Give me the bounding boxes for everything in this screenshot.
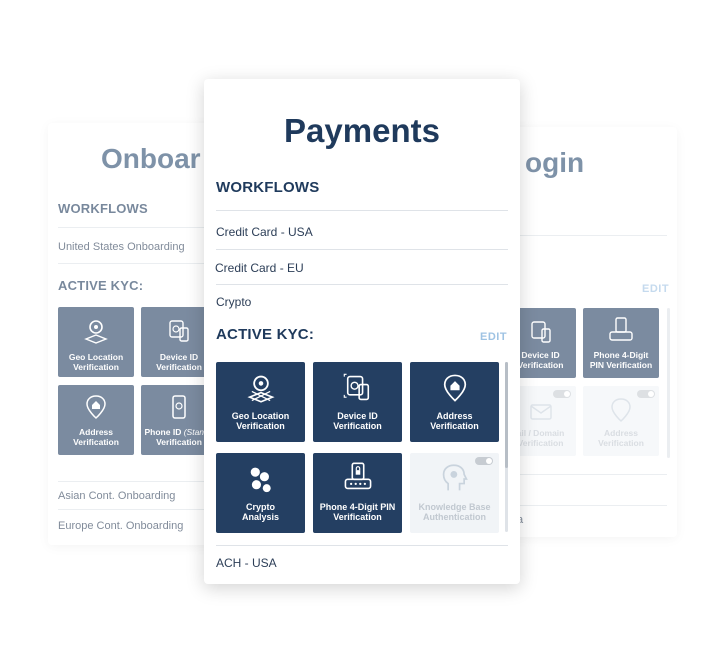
divider (216, 210, 508, 211)
tile-label: Address Verification (598, 428, 644, 448)
knowledge-head-icon (442, 464, 468, 491)
scrollbar-thumb[interactable] (505, 362, 508, 468)
pin-lock-icon (344, 462, 371, 490)
divider (216, 284, 508, 285)
geo-location-icon (84, 320, 108, 344)
scrollbar[interactable] (667, 308, 670, 458)
workflow-item[interactable]: Crypto (216, 295, 520, 309)
kyc-tile-geo-location[interactable]: Geo Location Verification (216, 362, 305, 442)
tile-label-line2: Verification (156, 437, 202, 447)
tile-label-main: Phone ID (144, 427, 182, 437)
login-card[interactable]: ogin EDIT Device ID Verification Phone 4… (505, 127, 677, 537)
tile-label: Knowledge Base Authentication (418, 502, 491, 522)
tile-label: Address Verification (73, 427, 119, 447)
address-icon (86, 395, 106, 420)
tile-label: Crypto Analysis (241, 502, 280, 522)
divider (505, 474, 667, 475)
toggle-switch[interactable] (553, 390, 571, 398)
divider (505, 235, 667, 236)
workflows-heading: WORKFLOWS (216, 179, 320, 196)
toggle-switch[interactable] (637, 390, 655, 398)
email-icon (529, 404, 552, 420)
kyc-tile-pin[interactable]: Phone 4-Digit PIN Verification (583, 308, 659, 378)
kyc-tile-geo-location[interactable]: Geo Location Verification (58, 307, 134, 377)
login-title: ogin (525, 147, 585, 178)
crypto-icon (250, 467, 271, 493)
toggle-switch[interactable] (475, 457, 493, 465)
workflow-item[interactable]: a (517, 514, 677, 526)
pin-lock-icon (609, 317, 633, 341)
geo-location-icon (246, 375, 275, 403)
active-kyc-heading: ACTIVE KYC: (216, 326, 315, 343)
edit-link[interactable]: EDIT (642, 283, 669, 295)
device-id-icon (169, 320, 189, 342)
divider (216, 249, 508, 250)
kyc-tile-pin[interactable]: Phone 4-Digit PIN Verification (313, 453, 402, 533)
workflows-heading: WORKFLOWS (58, 201, 148, 216)
address-icon (611, 398, 631, 423)
onboarding-title: Onboar (101, 143, 201, 174)
workflow-item[interactable]: ACH - USA (216, 556, 520, 570)
kyc-tile-address[interactable]: Address Verification (410, 362, 499, 442)
tile-label: Phone 4-Digit PIN Verification (589, 350, 653, 370)
kyc-tile-device-id[interactable]: Device ID Verification (313, 362, 402, 442)
divider (216, 545, 508, 546)
kyc-tile-address[interactable]: Address Verification (58, 385, 134, 455)
kyc-tile-address[interactable]: Address Verification (583, 386, 659, 456)
scrollbar[interactable] (505, 362, 508, 532)
device-id-icon (343, 373, 369, 401)
tile-label: Geo Location Verification (231, 411, 290, 431)
workflow-item[interactable]: Credit Card - USA (216, 225, 520, 239)
tile-label: Geo Location Verification (68, 352, 124, 372)
edit-link[interactable]: EDIT (480, 331, 507, 343)
workflow-item[interactable]: Credit Card - EU (215, 261, 520, 275)
tile-label: Address Verification (430, 411, 479, 431)
kyc-tile-crypto[interactable]: Crypto Analysis (216, 453, 305, 533)
phone-id-icon (172, 395, 186, 419)
payments-card[interactable]: Payments WORKFLOWS Credit Card - USA Cre… (204, 79, 520, 584)
tile-label: Device ID Verification (333, 411, 382, 431)
kyc-tile-knowledge-base[interactable]: Knowledge Base Authentication (410, 453, 499, 533)
payments-title: Payments (284, 112, 440, 149)
divider (505, 505, 667, 506)
address-icon (443, 374, 466, 402)
active-kyc-heading: ACTIVE KYC: (58, 278, 144, 293)
tile-label: Phone 4-Digit PIN Verification (319, 502, 396, 522)
device-id-icon (530, 321, 551, 343)
